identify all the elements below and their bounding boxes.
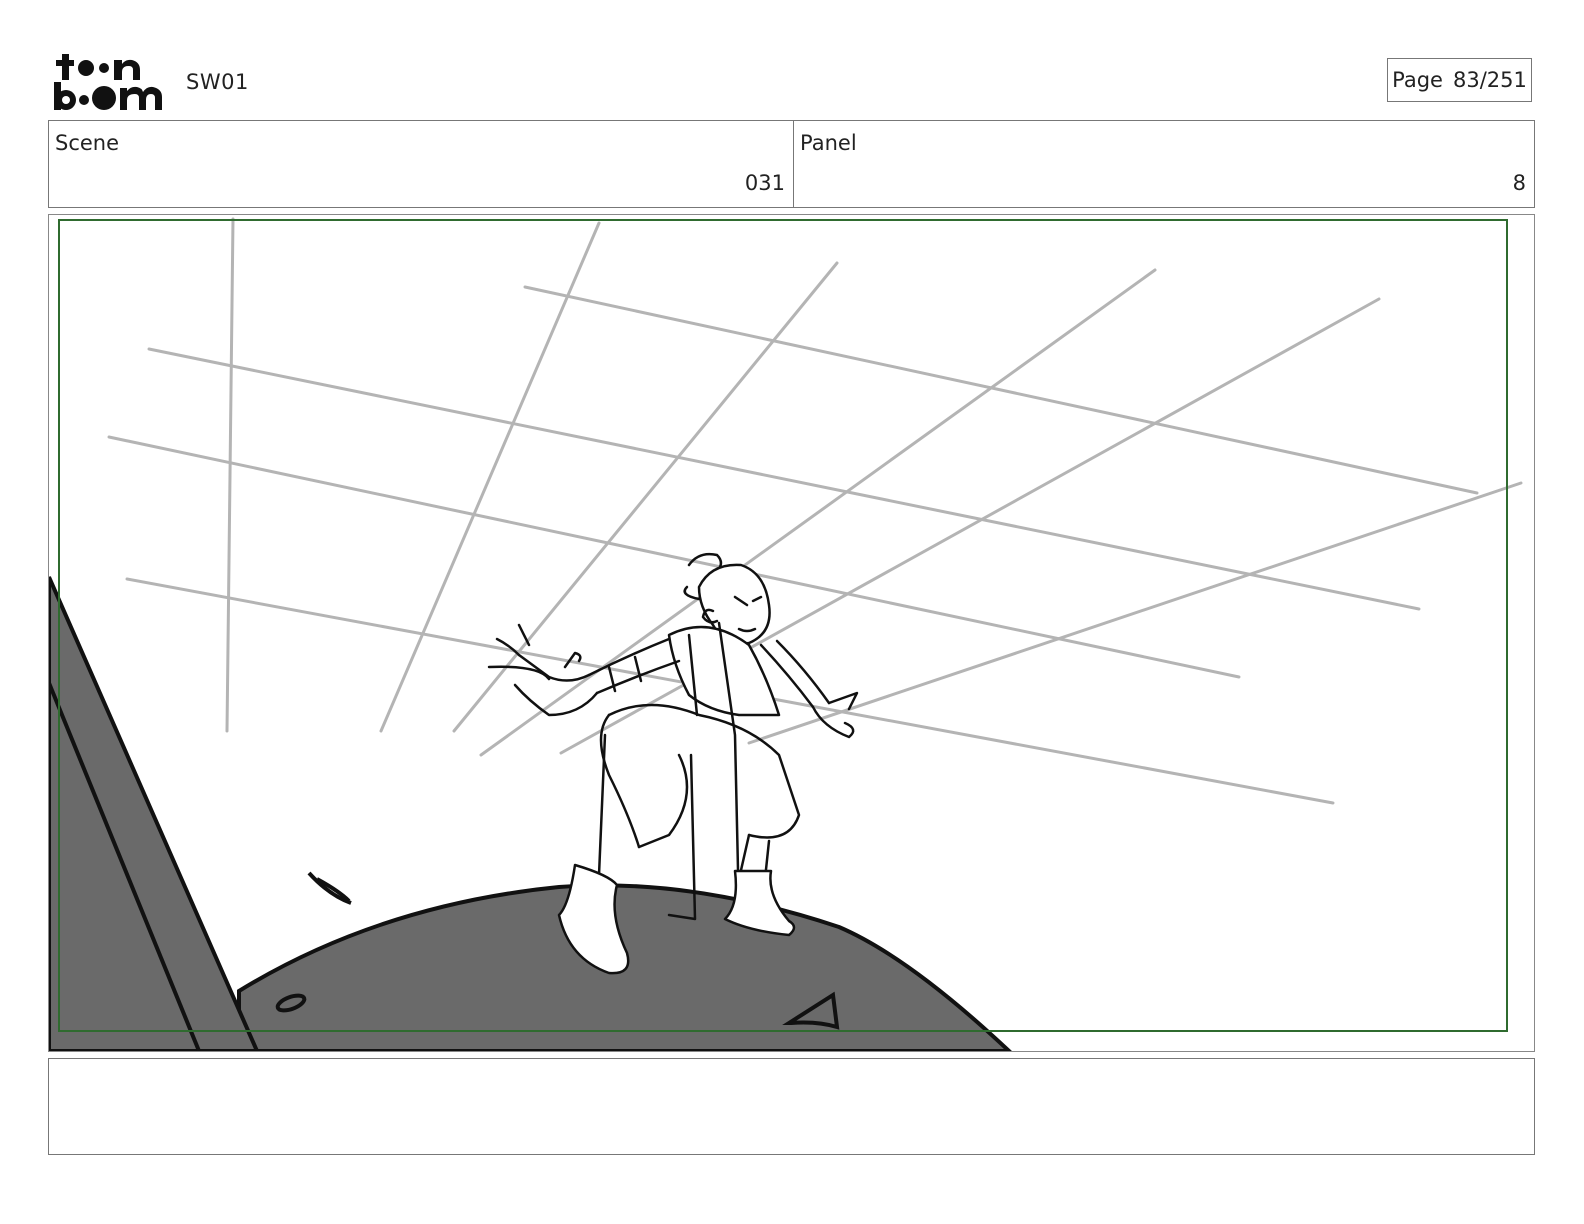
scene-label: Scene [55, 131, 120, 155]
left-wall [49, 576, 260, 1051]
scene-value: 031 [744, 171, 785, 195]
page-label: Page [1392, 68, 1443, 92]
panel-value: 8 [1512, 171, 1526, 195]
page-indicator: Page 83/251 [1387, 58, 1532, 102]
toonboom-logo-icon [54, 54, 162, 110]
project-name: SW01 [186, 70, 249, 94]
storyboard-frame [48, 214, 1535, 1052]
storyboard-drawing [49, 217, 1523, 1051]
scene-cell: Scene 031 [49, 121, 794, 207]
scene-panel-info: Scene 031 Panel 8 [48, 120, 1535, 208]
panel-cell: Panel 8 [794, 121, 1534, 207]
background-grid [107, 217, 1523, 805]
panel-label: Panel [800, 131, 857, 155]
page-value: 83/251 [1452, 68, 1527, 92]
panel-notes-area [48, 1058, 1535, 1155]
